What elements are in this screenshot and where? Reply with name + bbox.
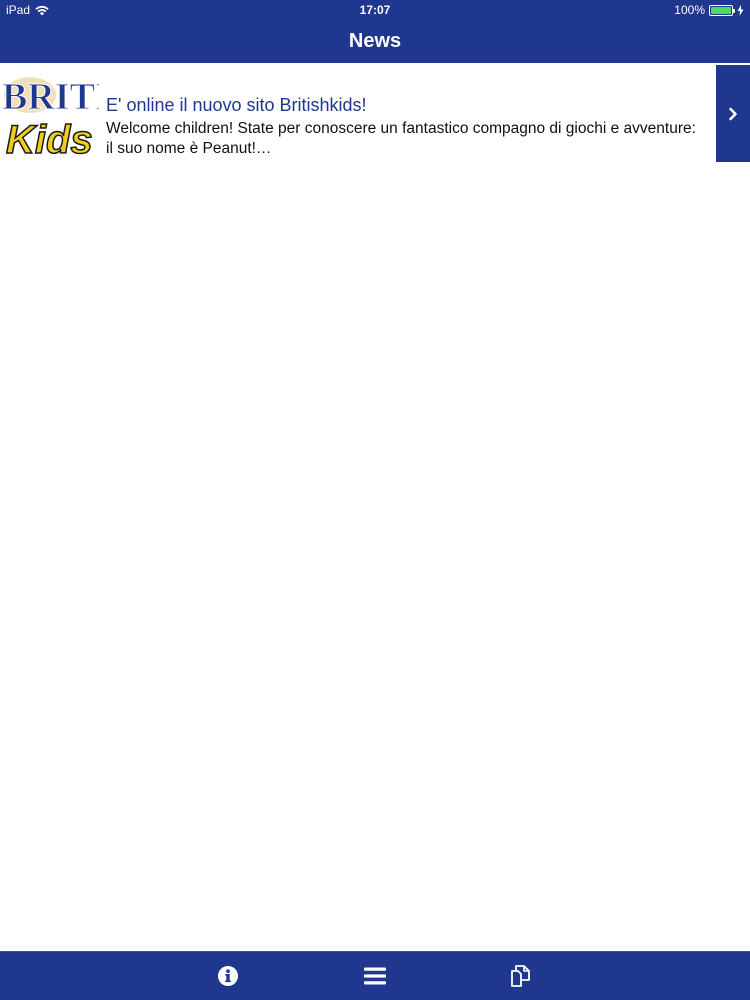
- tab-info[interactable]: [198, 952, 258, 1000]
- tab-bar: [0, 951, 750, 1000]
- news-title: E' online il nuovo sito Britishkids!: [106, 95, 367, 115]
- svg-text:Kids: Kids: [6, 118, 93, 161]
- nav-bar: News: [0, 20, 750, 63]
- status-time: 17:07: [359, 3, 391, 17]
- britishkids-logo-thumbnail: BRITI Kids: [0, 65, 99, 161]
- tab-pages[interactable]: [492, 952, 552, 1000]
- menu-icon: [364, 967, 386, 985]
- battery-icon: [709, 4, 735, 16]
- chevron-right-icon: [728, 107, 738, 121]
- page-title: News: [348, 30, 402, 52]
- tab-menu[interactable]: [345, 952, 405, 1000]
- charging-bolt-icon: [737, 4, 744, 16]
- status-bar: iPad 17:07 100%: [0, 0, 750, 20]
- news-list-item[interactable]: BRITI Kids E' online il nuovo sito Briti…: [0, 63, 750, 163]
- info-icon: [217, 965, 239, 987]
- svg-text:BRITI: BRITI: [2, 76, 99, 118]
- pages-icon: [510, 965, 534, 987]
- status-right: 100%: [674, 0, 744, 20]
- top-bar: iPad 17:07 100% News: [0, 0, 750, 63]
- battery-percent: 100%: [674, 3, 705, 17]
- news-list: BRITI Kids E' online il nuovo sito Briti…: [0, 63, 750, 163]
- battery-fill: [711, 6, 731, 14]
- open-news-button[interactable]: [716, 65, 750, 162]
- app: iPad 17:07 100% News BRITI Kids E' onlin…: [0, 0, 750, 1000]
- news-summary: Welcome children! State per conoscere un…: [106, 120, 696, 157]
